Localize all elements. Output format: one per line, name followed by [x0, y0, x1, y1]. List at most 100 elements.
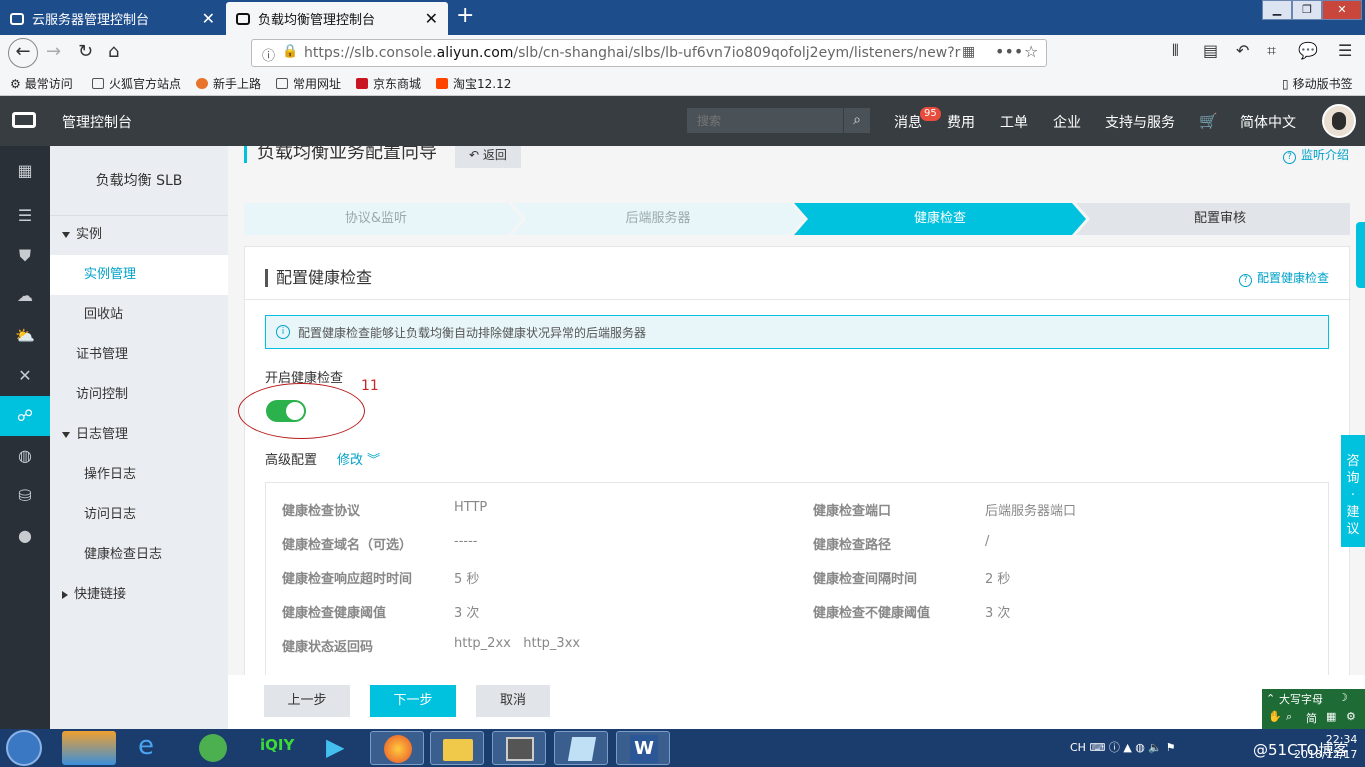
- qr-code-icon[interactable]: ▦: [962, 44, 975, 60]
- bookmark-star-icon[interactable]: ☆: [1024, 42, 1038, 61]
- crop-icon[interactable]: ⌗: [1267, 41, 1276, 61]
- iqiyi-icon[interactable]: iQIY: [248, 731, 302, 765]
- console-top-nav: 管理控制台 ⌕ 消息 95 费用 工单 企业 支持与服务 🛒 简体中文: [0, 96, 1365, 146]
- ie-icon[interactable]: e: [124, 731, 178, 765]
- sidebar-item-certificates[interactable]: 证书管理: [50, 335, 228, 375]
- browser-tab-ecs[interactable]: 云服务器管理控制台 ✕: [0, 2, 225, 35]
- main-content: 负载均衡业务配置向导 ↶ 返回 ? 监听介绍 协议&监听 后端服务器 健康检查 配…: [228, 146, 1365, 675]
- minimize-window-icon[interactable]: ▁: [1262, 0, 1292, 20]
- console-title[interactable]: 管理控制台: [62, 112, 132, 132]
- close-tab-icon[interactable]: ✕: [202, 9, 215, 28]
- undo-icon[interactable]: ↶: [1236, 41, 1249, 60]
- url-bar[interactable]: ⓘ 🔒 https://slb.console.aliyun.com/slb/c…: [251, 39, 1047, 67]
- database-icon[interactable]: ⛁: [0, 476, 50, 516]
- sidebar-item-access-logs[interactable]: 访问日志: [50, 495, 228, 535]
- avatar[interactable]: [1322, 104, 1356, 138]
- more-dots-icon[interactable]: •••: [995, 42, 1023, 61]
- grid-icon[interactable]: ▦: [0, 151, 50, 191]
- sidebar-item-health-check-logs[interactable]: 健康检查日志: [50, 535, 228, 575]
- config-value: 后端服务器端口: [985, 504, 1077, 519]
- nav-billing[interactable]: 费用: [947, 112, 975, 132]
- aliyun-logo-icon[interactable]: [12, 112, 36, 128]
- browser-tab-slb[interactable]: 负载均衡管理控制台 ✕: [226, 2, 448, 35]
- sidebar-group-instances[interactable]: 实例: [50, 215, 228, 255]
- circle-icon[interactable]: ●: [0, 516, 50, 556]
- nav-support[interactable]: 支持与服务: [1105, 112, 1175, 132]
- bookmark-item[interactable]: 常用网址: [276, 75, 341, 92]
- cloud-upload-icon[interactable]: ⛅: [0, 316, 50, 356]
- ime-status-bar[interactable]: ⌃ 大写字母 ☽ ✋ ⌕ 简 ▦ ⚙: [1262, 689, 1365, 729]
- mobile-icon: ▯: [1282, 76, 1289, 91]
- sidebar-item-access-control[interactable]: 访问控制: [50, 375, 228, 415]
- menu-hamburger-icon[interactable]: ☰: [1338, 41, 1352, 60]
- side-float-tab[interactable]: [1356, 222, 1365, 288]
- help-icon[interactable]: ⓘ: [1109, 741, 1124, 754]
- sidebar-group-logs[interactable]: 日志管理: [50, 415, 228, 455]
- prev-step-button[interactable]: 上一步: [264, 685, 350, 717]
- page-title: 负载均衡业务配置向导: [244, 146, 437, 163]
- sidebar-item-recycle-bin[interactable]: 回收站: [50, 295, 228, 335]
- reload-icon[interactable]: ↻: [78, 41, 93, 62]
- health-check-help-link[interactable]: ? 配置健康检查: [1238, 269, 1329, 287]
- sidebar-group-quick-links[interactable]: 快捷链接: [50, 575, 228, 615]
- sidebar-item-operation-logs[interactable]: 操作日志: [50, 455, 228, 495]
- bookmark-item[interactable]: 火狐官方站点: [92, 75, 181, 92]
- bookmark-item[interactable]: 新手上路: [196, 75, 261, 92]
- globe-icon[interactable]: ◍: [0, 436, 50, 476]
- home-icon[interactable]: ⌂: [108, 41, 119, 62]
- server-list-icon[interactable]: ☰: [0, 196, 50, 236]
- start-button[interactable]: [6, 730, 42, 766]
- nav-tickets[interactable]: 工单: [1000, 112, 1028, 132]
- keyboard-icon[interactable]: ⌨: [1089, 741, 1108, 754]
- next-step-button[interactable]: 下一步: [370, 685, 456, 717]
- back-arrow-icon[interactable]: ←: [8, 38, 38, 68]
- load-balancer-icon[interactable]: ☍: [0, 396, 50, 436]
- close-tab-icon[interactable]: ✕: [425, 9, 438, 28]
- advice-char: 议: [1346, 522, 1360, 537]
- notepad-icon[interactable]: [554, 731, 608, 765]
- forward-arrow-icon[interactable]: →: [46, 41, 61, 62]
- bookmark-item[interactable]: 京东商城: [356, 75, 421, 92]
- chat-icon[interactable]: 💬: [1298, 41, 1318, 60]
- annotation-number: 11: [361, 378, 379, 394]
- nav-language[interactable]: 简体中文: [1240, 112, 1296, 132]
- network-icon[interactable]: ✕: [0, 356, 50, 396]
- green-browser-icon[interactable]: [186, 731, 240, 765]
- edit-advanced-link[interactable]: 修改 ︾: [337, 449, 380, 468]
- new-tab-button[interactable]: +: [456, 3, 474, 28]
- back-button[interactable]: ↶ 返回: [455, 146, 521, 168]
- search-input[interactable]: [687, 108, 843, 133]
- sidebar-item-instance-management[interactable]: 实例管理: [50, 255, 228, 295]
- shield-icon[interactable]: ⛊: [0, 236, 50, 276]
- listener-help-link[interactable]: ? 监听介绍: [1282, 146, 1349, 164]
- language-indicator[interactable]: CH: [1070, 741, 1086, 754]
- consult-advice-widget[interactable]: 咨 询 · 建 议: [1341, 435, 1365, 547]
- maximize-window-icon[interactable]: ❐: [1292, 0, 1322, 20]
- nav-enterprise[interactable]: 企业: [1053, 112, 1081, 132]
- nav-messages[interactable]: 消息: [894, 112, 922, 132]
- network-icon[interactable]: ◍: [1135, 741, 1148, 754]
- firefox-icon[interactable]: [370, 731, 424, 765]
- search-icon[interactable]: ⌕: [844, 108, 870, 133]
- media-player-icon[interactable]: ▶: [310, 731, 364, 765]
- bookmark-item[interactable]: ⚙ 最常访问: [10, 75, 73, 92]
- config-key: 健康检查间隔时间: [813, 572, 918, 587]
- bookmark-item[interactable]: 淘宝12.12: [436, 75, 511, 92]
- terminal-icon[interactable]: [492, 731, 546, 765]
- taskbar-app-icon[interactable]: [62, 731, 116, 765]
- mobile-bookmarks[interactable]: ▯ 移动版书签: [1282, 75, 1353, 92]
- library-icon[interactable]: ⫴: [1172, 41, 1179, 61]
- caret-right-icon: [62, 590, 68, 599]
- close-window-icon[interactable]: ✕: [1322, 0, 1362, 20]
- messages-count-badge: 95: [920, 107, 941, 121]
- cloud-icon[interactable]: ☁: [0, 276, 50, 316]
- info-icon[interactable]: ⓘ: [262, 45, 275, 64]
- cart-icon[interactable]: 🛒: [1199, 112, 1218, 130]
- sidebar-icon[interactable]: ▤: [1203, 41, 1218, 60]
- show-hidden-icons-icon[interactable]: ▲: [1123, 741, 1135, 754]
- explorer-folder-icon[interactable]: [430, 731, 484, 765]
- word-icon[interactable]: W: [616, 731, 670, 765]
- volume-icon[interactable]: 🔈: [1148, 741, 1165, 754]
- flag-icon[interactable]: ⚑: [1166, 741, 1176, 754]
- cancel-button[interactable]: 取消: [476, 685, 550, 717]
